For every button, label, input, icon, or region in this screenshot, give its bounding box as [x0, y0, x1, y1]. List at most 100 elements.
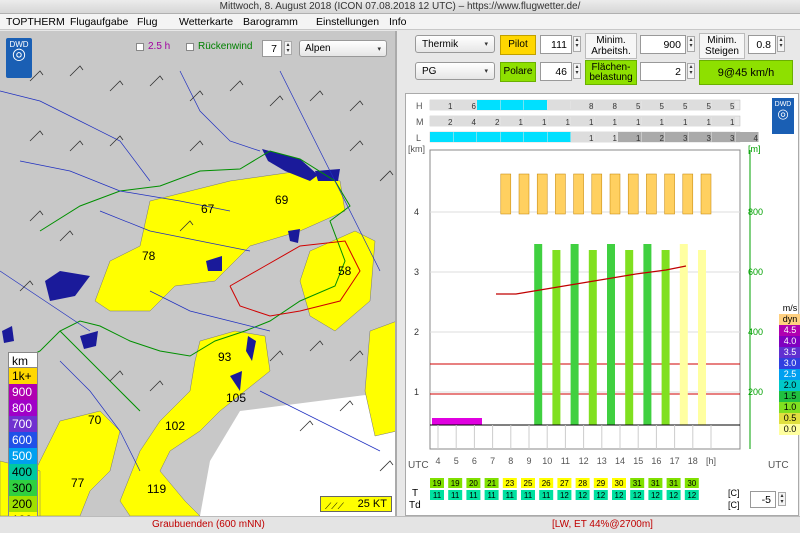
cloud-cell-value: 1: [613, 118, 618, 127]
menu-topthern[interactable]: TOPTHERM: [6, 14, 65, 30]
menu-wetterkarte[interactable]: Wetterkarte: [179, 14, 233, 30]
dwd-logo-icon: DWD ◎: [6, 38, 32, 78]
temp-value: 26: [542, 479, 551, 488]
chart-canvas: H 1 6 8 8 5 5 5 5 5M 2 4 2 1 1 1 1 1 1 1 1 1 1L 1 1 1 2 3 3 3 44321800…: [414, 99, 763, 500]
menu-info[interactable]: Info: [389, 14, 407, 30]
thermal-bar: [679, 244, 688, 425]
dewpoint-value: 11: [524, 491, 533, 500]
m-axis-label: [m]: [748, 144, 761, 154]
cloud-cell-value: 1: [519, 118, 524, 127]
cloud-cell-value: 1: [448, 102, 453, 111]
menu-barogramm[interactable]: Barogramm: [243, 14, 298, 30]
dewpoint-value: 12: [669, 491, 678, 500]
thermal-bar: [607, 244, 615, 425]
climb-legend-item: 4.5: [779, 325, 800, 336]
dewpoint-value: 11: [506, 491, 515, 500]
cloud-cell-value: 4: [472, 118, 477, 127]
thermik-select-value: Thermik: [422, 38, 459, 50]
cloud-base-bar: [646, 173, 657, 215]
km-tick: 2: [414, 327, 419, 337]
map-label: 77: [71, 476, 85, 490]
thermal-bar: [661, 250, 670, 425]
cloud-row-label: M: [416, 117, 424, 127]
dewpoint-value: 11: [433, 491, 442, 500]
legend-item: 800: [8, 400, 38, 416]
legend-item: 700: [8, 416, 38, 432]
temp-value: 20: [469, 479, 478, 488]
dewpoint-value: 12: [651, 491, 660, 500]
app-window: Mittwoch, 8. August 2018 (ICON 07.08.201…: [0, 0, 800, 533]
region-select[interactable]: Alpen ▾: [299, 40, 387, 57]
map-label: 70: [88, 413, 102, 427]
cloud-cell-value: 2: [448, 118, 453, 127]
pilot-stepper[interactable]: ▴ ▾: [573, 36, 581, 52]
level-input[interactable]: 7: [262, 40, 282, 57]
climb-legend-title: m/s: [782, 303, 798, 313]
region-select-value: Alpen: [305, 43, 331, 54]
temp-value: 29: [596, 479, 605, 488]
height-legend: km 1k+900800700600500400300200100: [8, 352, 38, 516]
km-tick: 1: [414, 387, 419, 397]
cloud-cell-value: 1: [589, 134, 594, 143]
pg-select-value: PG: [422, 65, 437, 77]
checkbox-rueckenwind[interactable]: [186, 43, 194, 51]
thermik-select[interactable]: Thermik ▾: [415, 35, 495, 53]
cloud-cell: [477, 132, 500, 142]
km-tick: 4: [414, 207, 419, 217]
climb-legend-item: dyn: [779, 314, 800, 325]
map-label: 67: [201, 202, 215, 216]
thermal-chart[interactable]: H 1 6 8 8 5 5 5 5 5 M 2 4 2 1 1 1 1 1 1 1 1 1 1 L 1 1 1 2 3 3 3 4 4 3 2 1 800…: [405, 93, 800, 516]
cloud-base-bar: [609, 173, 621, 215]
polare-stepper[interactable]: ▴ ▾: [573, 63, 581, 79]
menu-einstellungen[interactable]: Einstellungen: [316, 14, 379, 30]
min-steigen-stepper[interactable]: ▴ ▾: [777, 36, 785, 52]
pilot-value: 111: [551, 38, 567, 51]
polare-label: Polare: [500, 62, 536, 82]
menu-flugaufgabe[interactable]: Flugaufgabe: [70, 14, 128, 30]
polare-input[interactable]: 46: [540, 62, 572, 81]
checkbox-25h[interactable]: [136, 43, 144, 51]
min-arbeit-input[interactable]: 900: [640, 35, 686, 54]
min-arbeit-label: Minim. Arbeitsh.: [585, 33, 637, 59]
offset-stepper[interactable]: ▴ ▾: [778, 492, 786, 506]
cloud-base-bar: [664, 173, 675, 215]
hour-tick: 18: [688, 456, 698, 466]
cloud-cell-value: 2: [660, 134, 665, 143]
flaechen-stepper[interactable]: ▴ ▾: [687, 63, 695, 79]
flaechen-input[interactable]: 2: [640, 62, 686, 81]
cloud-cell: [524, 100, 547, 110]
offset-input[interactable]: -5: [750, 491, 776, 508]
weather-map[interactable]: 2.5 h Rückenwind 7 ▴ ▾ Alpen ▾ DWD ◎ 67 69…: [0, 31, 397, 516]
legend-title: km: [8, 352, 38, 368]
cloud-cell-value: 5: [660, 102, 665, 111]
pg-select[interactable]: PG ▾: [415, 62, 495, 80]
min-arbeit-stepper[interactable]: ▴ ▾: [687, 36, 695, 52]
hour-tick: 9: [526, 456, 531, 466]
climb-legend-item: 1.0: [779, 402, 800, 413]
pilot-input[interactable]: 111: [540, 35, 572, 54]
plot-area: [429, 149, 741, 450]
menu-flug[interactable]: Flug: [137, 14, 157, 30]
checkbox-rueckenwind-label: Rückenwind: [198, 41, 253, 52]
cloud-cell: [547, 132, 571, 142]
window-title: Mittwoch, 8. August 2018 (ICON 07.08.201…: [0, 0, 800, 14]
temp-value: 23: [505, 479, 514, 488]
dewpoint-value: 12: [615, 491, 624, 500]
m-tick: 200: [748, 387, 763, 397]
dewpoint-value: 12: [633, 491, 642, 500]
temp-value: 30: [615, 479, 624, 488]
polare-value: 46: [555, 65, 567, 78]
map-label: 58: [338, 264, 352, 278]
status-right: [LW, ET 44%@2700m]: [552, 519, 653, 530]
control-panel: Thermik ▾ Pilot 111 ▴ ▾ Minim. Arbeitsh. …: [399, 31, 800, 516]
flaechen-value: 2: [675, 65, 681, 78]
cloud-cell: [500, 100, 524, 110]
cloud-cell-value: 5: [636, 102, 641, 111]
cloud-cell: [500, 132, 524, 142]
level-stepper[interactable]: ▴ ▾: [284, 41, 292, 55]
legend-item: 200: [8, 496, 38, 512]
dewpoint-value: 12: [560, 491, 569, 500]
cloud-cell-value: 5: [683, 102, 688, 111]
morning-bar: [432, 418, 482, 425]
min-steigen-input[interactable]: 0.8: [748, 35, 776, 54]
